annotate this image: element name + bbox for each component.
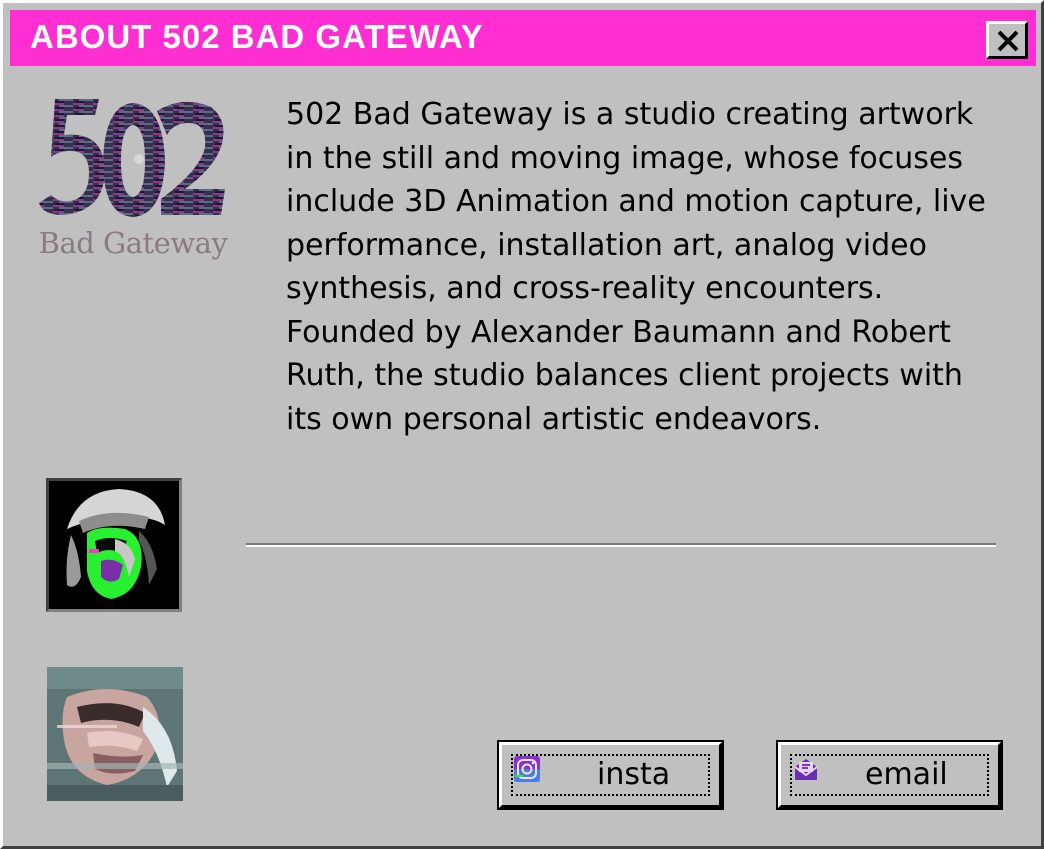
close-icon <box>997 30 1019 52</box>
title-bar[interactable]: ABOUT 502 BAD GATEWAY <box>10 10 1036 66</box>
email-button[interactable]: email <box>776 740 1003 810</box>
insta-label: insta <box>597 757 671 792</box>
logo-502-graphic <box>39 99 225 217</box>
portrait-thumbnail-1[interactable] <box>46 478 182 612</box>
envelope-icon <box>793 756 819 782</box>
instagram-icon <box>514 756 540 782</box>
studio-logo: Bad Gateway <box>33 91 233 266</box>
glitch-portrait-image <box>47 667 183 801</box>
close-button[interactable] <box>986 21 1028 59</box>
email-label: email <box>865 757 948 792</box>
insta-button[interactable]: insta <box>497 740 724 810</box>
window-title: ABOUT 502 BAD GATEWAY <box>30 18 484 55</box>
logo-caption: Bad Gateway <box>38 226 228 260</box>
about-paragraph-2: Founded by Alexander Baumann and Robert … <box>286 314 963 437</box>
divider <box>246 543 996 547</box>
about-dialog: ABOUT 502 BAD GATEWAY Bad Gateway 502 Ba… <box>0 0 1044 849</box>
about-paragraph-1: 502 Bad Gateway is a studio creating art… <box>286 97 986 306</box>
portrait-thumbnail-2[interactable] <box>47 667 183 801</box>
glitch-portrait-image <box>49 481 179 609</box>
about-text: 502 Bad Gateway is a studio creating art… <box>286 93 1006 441</box>
